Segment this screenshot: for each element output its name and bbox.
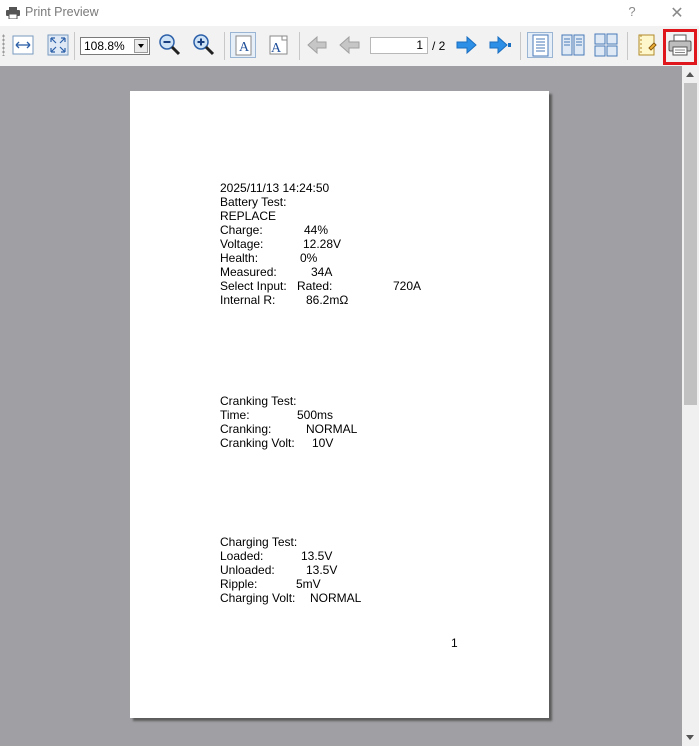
page-setup-icon bbox=[638, 34, 657, 56]
text-size-button[interactable]: A bbox=[230, 32, 256, 58]
cranking-volt-label: Cranking Volt: bbox=[220, 436, 295, 450]
zoom-out-button[interactable] bbox=[157, 32, 183, 58]
select-input-label: Select Input: bbox=[220, 279, 287, 293]
internal-r-value: 86.2mΩ bbox=[306, 293, 349, 307]
first-page-button[interactable] bbox=[304, 32, 330, 58]
internal-r-label: Internal R: bbox=[220, 293, 276, 307]
cranking-value: NORMAL bbox=[306, 422, 358, 436]
zoom-in-icon bbox=[193, 34, 215, 56]
health-label: Health: bbox=[220, 251, 259, 265]
close-button[interactable]: ✕ bbox=[669, 3, 685, 22]
health-value: 0% bbox=[300, 251, 318, 265]
battery-test-heading: Battery Test: bbox=[220, 195, 287, 209]
page-number-input[interactable]: 1 bbox=[370, 37, 428, 54]
page-number: 1 bbox=[451, 636, 458, 650]
chevron-down-icon[interactable] bbox=[134, 39, 148, 53]
voltage-value: 12.28V bbox=[303, 237, 342, 251]
cranking-test-heading: Cranking Test: bbox=[220, 394, 297, 408]
grid-pages-icon bbox=[594, 33, 618, 57]
charging-test-heading: Charging Test: bbox=[220, 535, 298, 549]
toolbar: 108.8% A A 1 / 2 bbox=[0, 26, 699, 67]
loaded-value: 13.5V bbox=[301, 549, 333, 563]
two-page-view-button[interactable] bbox=[560, 32, 586, 58]
preview-page: 2025/11/13 14:24:50 Battery Test: REPLAC… bbox=[130, 91, 549, 718]
rated-label: Rated: bbox=[297, 279, 333, 293]
arrow-left-icon bbox=[339, 35, 360, 55]
unloaded-value: 13.5V bbox=[306, 563, 338, 577]
page-setup-button[interactable] bbox=[634, 32, 660, 58]
next-page-button[interactable] bbox=[453, 32, 479, 58]
cranking-volt-value: 10V bbox=[312, 436, 334, 450]
page-total: / 2 bbox=[432, 39, 446, 53]
unloaded-label: Unloaded: bbox=[220, 563, 275, 577]
fit-width-button[interactable] bbox=[10, 32, 36, 58]
fit-width-icon bbox=[12, 35, 34, 55]
font-icon: A bbox=[235, 35, 252, 56]
time-label: Time: bbox=[220, 408, 250, 422]
last-page-button[interactable] bbox=[487, 32, 513, 58]
cranking-label: Cranking: bbox=[220, 422, 272, 436]
window-title: Print Preview bbox=[25, 5, 99, 19]
single-page-icon bbox=[532, 34, 549, 57]
zoom-in-button[interactable] bbox=[191, 32, 217, 58]
scroll-thumb[interactable] bbox=[684, 83, 697, 405]
arrow-right-icon bbox=[456, 35, 477, 55]
scroll-down-icon[interactable] bbox=[682, 729, 699, 746]
rated-value: 720A bbox=[393, 279, 422, 293]
vertical-scrollbar[interactable] bbox=[682, 66, 699, 746]
multi-page-view-button[interactable] bbox=[593, 32, 619, 58]
previous-page-button[interactable] bbox=[337, 32, 363, 58]
zoom-out-icon bbox=[159, 34, 181, 56]
print-button-highlight bbox=[663, 29, 697, 65]
ripple-value: 5mV bbox=[296, 577, 321, 591]
help-button[interactable]: ? bbox=[624, 4, 640, 19]
fit-page-icon bbox=[47, 34, 69, 56]
svg-text:A: A bbox=[271, 41, 282, 56]
fit-page-button[interactable] bbox=[45, 32, 71, 58]
loaded-label: Loaded: bbox=[220, 549, 264, 563]
battery-result: REPLACE bbox=[220, 209, 277, 223]
scroll-up-icon[interactable] bbox=[682, 66, 699, 83]
printer-icon bbox=[6, 7, 20, 19]
text-layout-button[interactable]: A bbox=[265, 32, 291, 58]
first-page-icon bbox=[307, 35, 327, 55]
charge-value: 44% bbox=[304, 223, 329, 237]
timestamp: 2025/11/13 14:24:50 bbox=[220, 181, 330, 195]
time-value: 500ms bbox=[297, 408, 334, 422]
preview-area: 2025/11/13 14:24:50 Battery Test: REPLAC… bbox=[0, 66, 682, 746]
single-page-view-button[interactable] bbox=[527, 32, 553, 58]
measured-label: Measured: bbox=[220, 265, 277, 279]
font-layout-icon: A bbox=[269, 35, 288, 56]
zoom-value: 108.8% bbox=[84, 39, 125, 53]
title-bar: Print Preview ? ✕ bbox=[0, 0, 699, 26]
measured-value: 34A bbox=[311, 265, 333, 279]
two-pages-icon bbox=[561, 34, 585, 56]
charging-volt-value: NORMAL bbox=[310, 591, 362, 605]
charge-label: Charge: bbox=[220, 223, 263, 237]
toolbar-grip[interactable] bbox=[2, 34, 5, 56]
zoom-select[interactable]: 108.8% bbox=[80, 37, 150, 55]
charging-volt-label: Charging Volt: bbox=[220, 591, 296, 605]
ripple-label: Ripple: bbox=[220, 577, 258, 591]
svg-text:A: A bbox=[239, 40, 250, 55]
voltage-label: Voltage: bbox=[220, 237, 264, 251]
last-page-icon bbox=[489, 35, 511, 55]
